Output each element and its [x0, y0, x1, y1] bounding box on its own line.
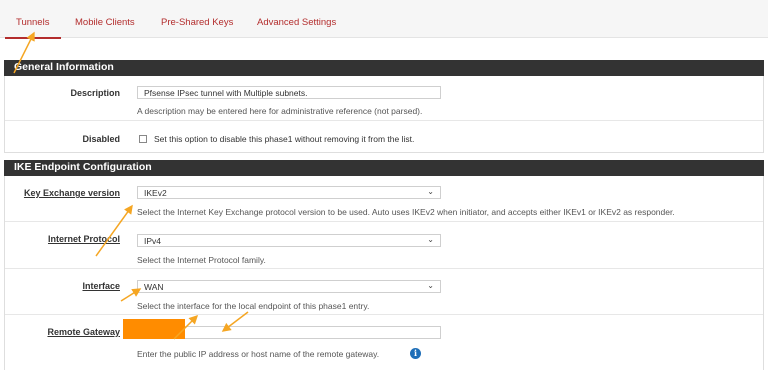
general-information-panel: Description Pfsense IPsec tunnel with Mu…	[4, 76, 764, 153]
ike-endpoint-panel: Key Exchange version IKEv2 ⌄ Select the …	[4, 176, 764, 370]
internet-protocol-value: IPv4	[144, 236, 162, 246]
tab-advanced-settings[interactable]: Advanced Settings	[257, 17, 336, 28]
key-exchange-row: Key Exchange version IKEv2 ⌄ Select the …	[5, 176, 763, 221]
key-exchange-value: IKEv2	[144, 188, 167, 198]
internet-protocol-label: Internet Protocol	[47, 234, 120, 244]
disabled-checkbox[interactable]	[139, 135, 147, 143]
tab-tunnels[interactable]: Tunnels	[16, 17, 49, 28]
disabled-row: Disabled Set this option to disable this…	[5, 120, 763, 153]
tab-bar: Tunnels Mobile Clients Pre-Shared Keys A…	[0, 0, 768, 39]
tab-mobile-clients[interactable]: Mobile Clients	[75, 17, 135, 28]
internet-protocol-select[interactable]: IPv4 ⌄	[137, 234, 441, 247]
key-exchange-label: Key Exchange version	[23, 188, 120, 198]
interface-label: Interface	[82, 281, 120, 291]
redaction-block	[123, 319, 185, 339]
remote-gateway-row: Remote Gateway 101 Enter the public IP a…	[5, 314, 763, 370]
ike-endpoint-header: IKE Endpoint Configuration	[4, 160, 764, 176]
chevron-down-icon: ⌄	[427, 187, 434, 196]
general-information-header: General Information	[4, 60, 764, 76]
interface-value: WAN	[144, 282, 164, 292]
internet-protocol-help: Select the Internet Protocol family.	[137, 255, 266, 265]
interface-row: Interface WAN ⌄ Select the interface for…	[5, 268, 763, 314]
chevron-down-icon: ⌄	[427, 281, 434, 290]
description-help: A description may be entered here for ad…	[137, 106, 423, 116]
interface-help: Select the interface for the local endpo…	[137, 301, 370, 311]
tab-pre-shared-keys[interactable]: Pre-Shared Keys	[161, 17, 233, 28]
active-tab-indicator	[5, 37, 61, 39]
info-icon[interactable]: i	[410, 348, 421, 359]
chevron-down-icon: ⌄	[427, 235, 434, 244]
disabled-help: Set this option to disable this phase1 w…	[154, 134, 415, 144]
key-exchange-select[interactable]: IKEv2 ⌄	[137, 186, 441, 199]
internet-protocol-row: Internet Protocol IPv4 ⌄ Select the Inte…	[5, 221, 763, 268]
description-row: Description Pfsense IPsec tunnel with Mu…	[5, 76, 763, 120]
remote-gateway-help: Enter the public IP address or host name…	[137, 349, 380, 359]
disabled-label: Disabled	[82, 134, 120, 144]
description-label: Description	[70, 88, 120, 98]
key-exchange-help: Select the Internet Key Exchange protoco…	[137, 207, 675, 217]
interface-select[interactable]: WAN ⌄	[137, 280, 441, 293]
description-input[interactable]: Pfsense IPsec tunnel with Multiple subne…	[137, 86, 441, 99]
remote-gateway-label: Remote Gateway	[47, 327, 120, 337]
